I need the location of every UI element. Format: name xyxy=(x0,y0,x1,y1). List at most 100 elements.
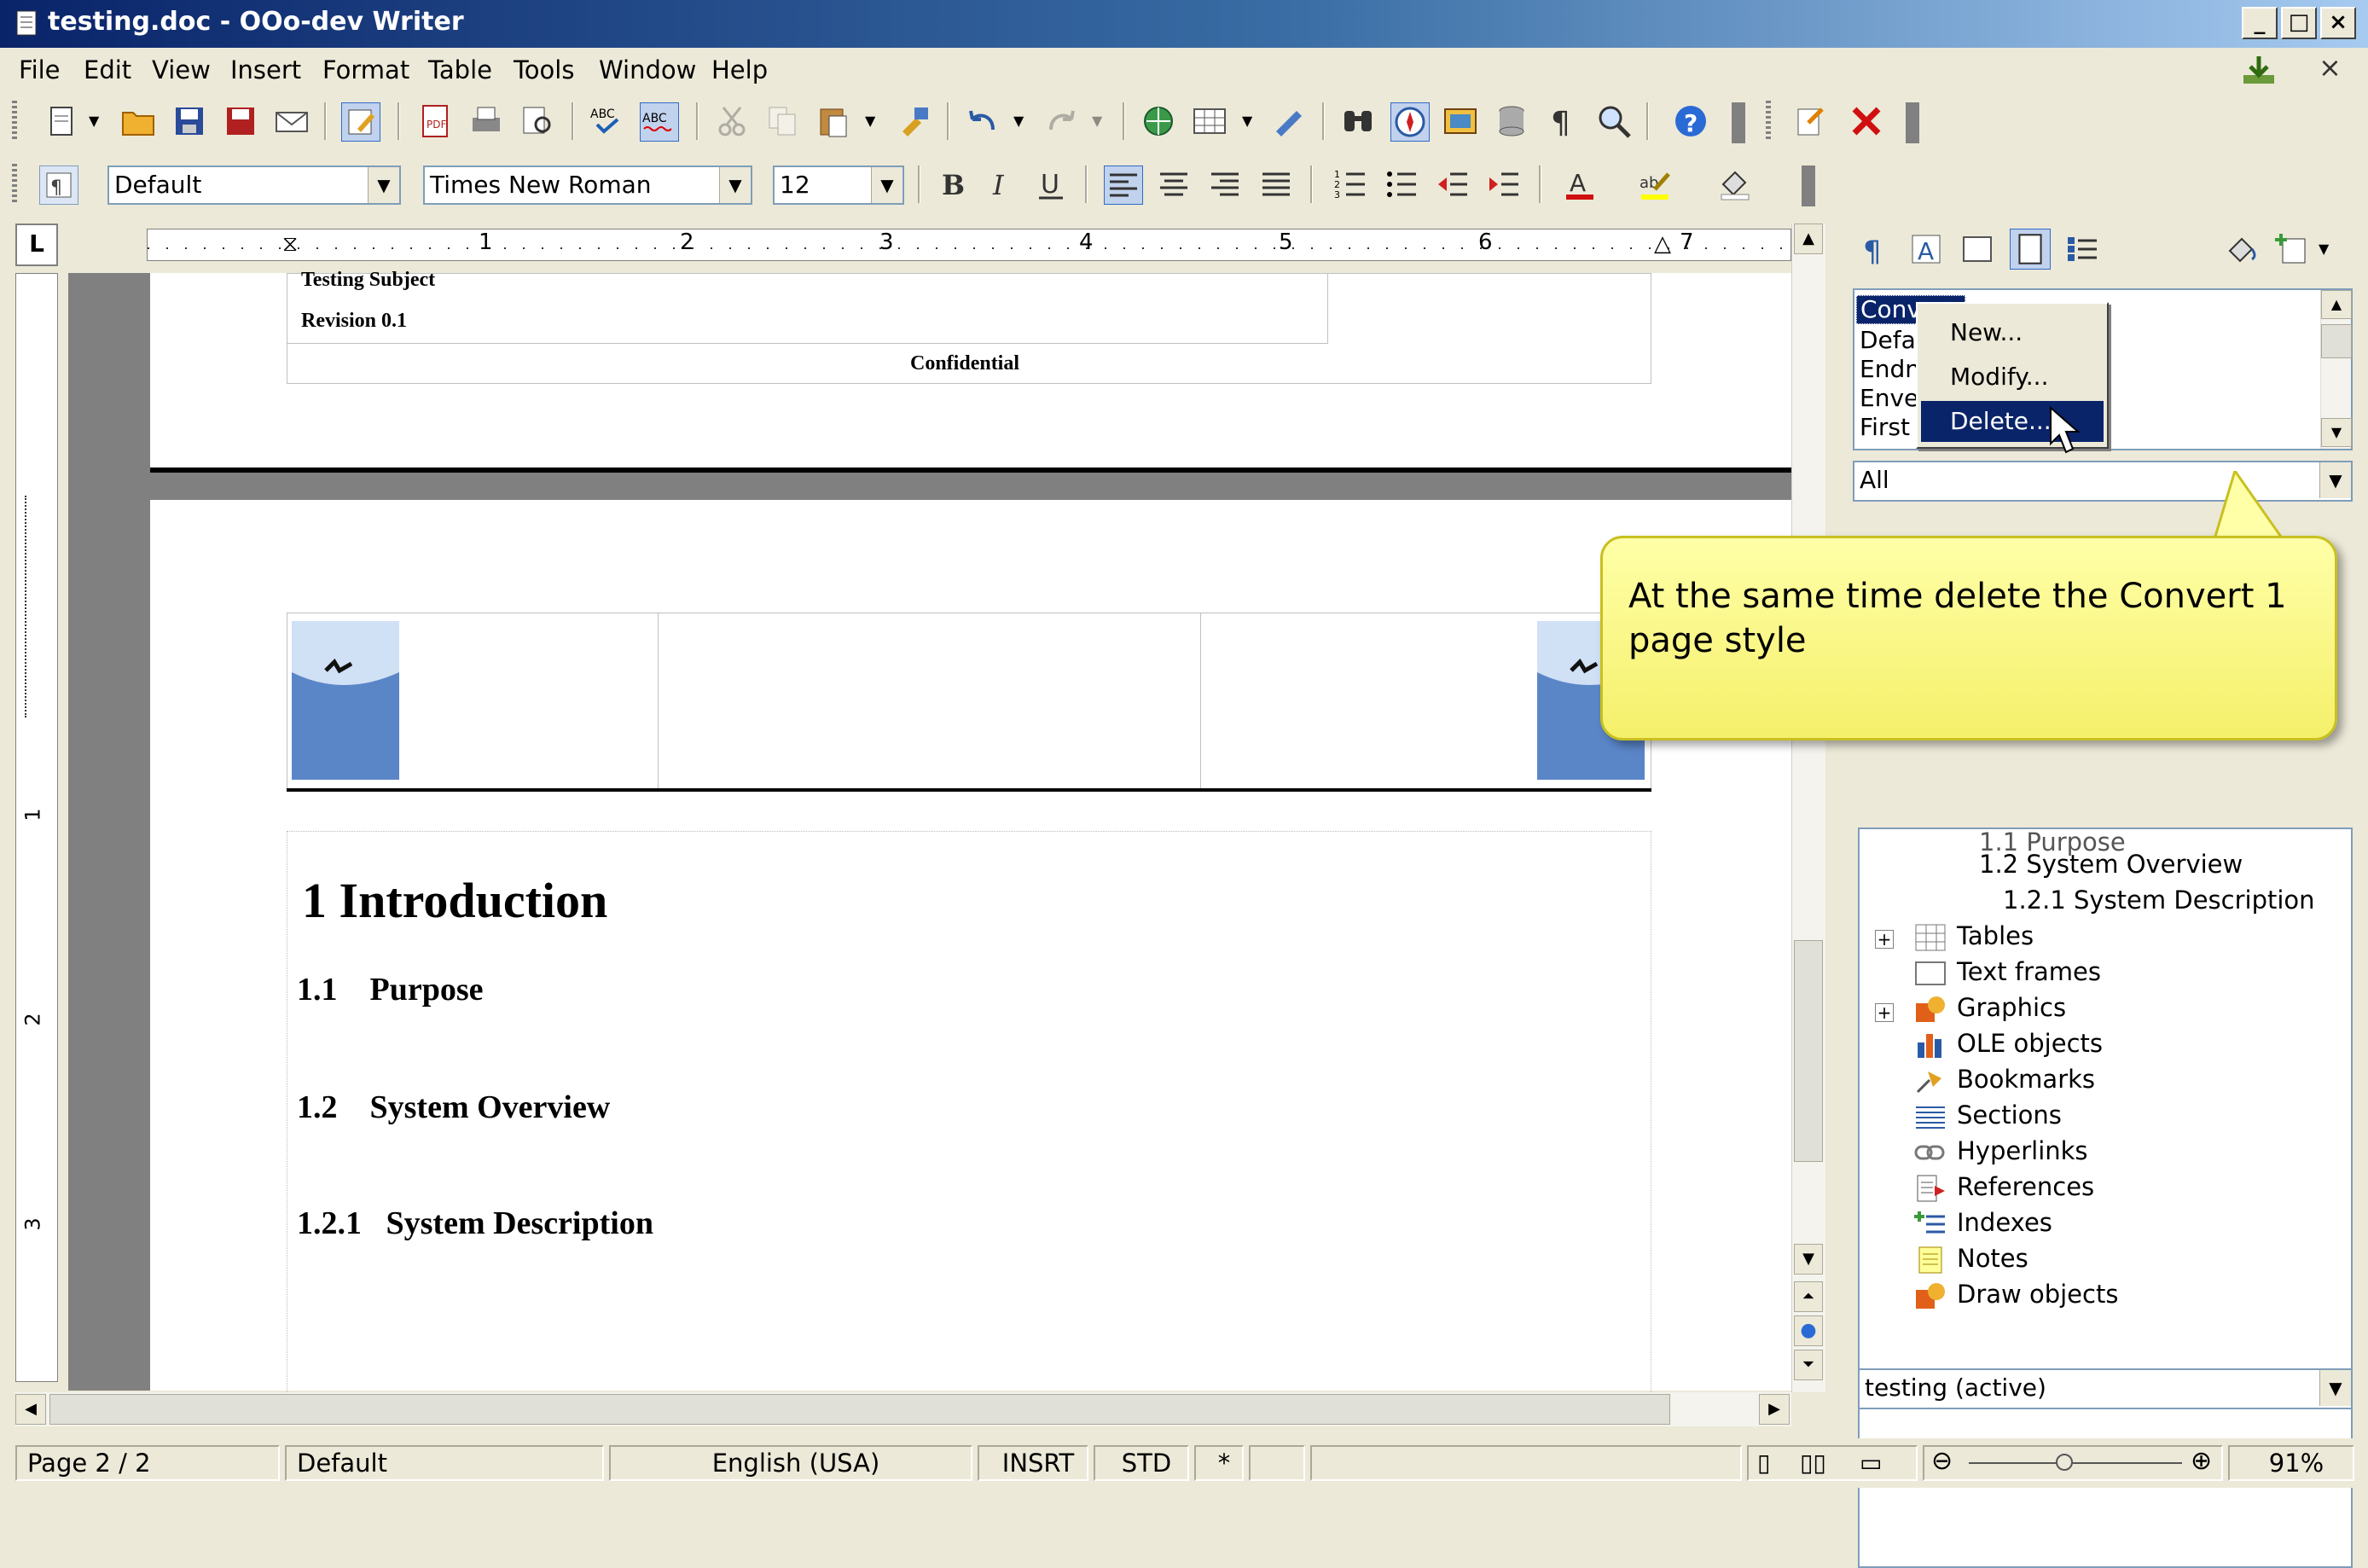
close-button[interactable]: × xyxy=(2320,7,2356,39)
help-icon[interactable]: ? xyxy=(1672,102,1709,140)
clone-formatting-icon[interactable] xyxy=(896,102,933,140)
navigator-item-sections[interactable]: Sections xyxy=(1957,1101,2062,1130)
scroll-down-icon[interactable]: ▼ xyxy=(1794,1244,1823,1275)
stop-macro-icon[interactable] xyxy=(1848,102,1885,140)
update-download-icon[interactable] xyxy=(2240,53,2278,87)
heading-3-system-description[interactable]: 1.2.1 System Description xyxy=(297,1205,653,1242)
style-item-endnote[interactable]: Endn xyxy=(1860,355,1920,383)
italic-icon[interactable]: I xyxy=(983,166,1020,203)
bold-icon[interactable]: B xyxy=(933,166,971,203)
paragraph-style-combo[interactable]: Default ▼ xyxy=(107,166,401,205)
menu-view[interactable]: View xyxy=(152,55,211,84)
status-selection-mode[interactable]: STD xyxy=(1094,1445,1189,1481)
style-item-default[interactable]: Defa xyxy=(1860,326,1916,354)
redo-dropdown-icon[interactable]: ▼ xyxy=(1092,113,1102,129)
cut-icon[interactable] xyxy=(713,102,751,140)
scroll-up-icon[interactable]: ▲ xyxy=(2321,290,2352,319)
navigator-heading-item[interactable]: 1.2 System Overview xyxy=(1979,850,2243,879)
new-style-dropdown-icon[interactable]: ▼ xyxy=(2319,241,2329,257)
status-view-layout[interactable]: ▯ ▯▯ ▭ xyxy=(1747,1445,1918,1481)
vertical-ruler[interactable]: 1 2 3 xyxy=(15,273,58,1382)
table-dropdown-icon[interactable]: ▼ xyxy=(1242,113,1252,129)
navigator-item-indexes[interactable]: Indexes xyxy=(1957,1208,2052,1237)
copy-icon[interactable] xyxy=(764,102,802,140)
navigator-item-tables[interactable]: Tables xyxy=(1957,921,2034,950)
menu-tools[interactable]: Tools xyxy=(514,55,574,84)
list-styles-icon[interactable] xyxy=(2064,230,2102,268)
toolbar-overflow-handle[interactable] xyxy=(1906,102,1919,143)
print-preview-icon[interactable] xyxy=(519,102,556,140)
find-replace-icon[interactable] xyxy=(1339,102,1377,140)
previous-page[interactable]: Testing Subject Revision 0.1 Confidentia… xyxy=(150,269,1791,473)
menu-file[interactable]: File xyxy=(19,55,61,84)
zoom-out-icon[interactable]: ⊖ xyxy=(1931,1447,1953,1478)
font-size-combo[interactable]: 12 ▼ xyxy=(773,166,904,205)
scroll-down-icon[interactable]: ▼ xyxy=(2321,418,2352,447)
paste-dropdown-icon[interactable]: ▼ xyxy=(865,113,875,129)
menu-table[interactable]: Table xyxy=(428,55,492,84)
ruler-indent-marker[interactable]: ⧖ xyxy=(282,231,298,258)
chevron-down-icon[interactable]: ▼ xyxy=(2319,1370,2351,1406)
paragraph-styles-icon[interactable]: ¶ xyxy=(1856,230,1894,268)
single-page-view-icon[interactable]: ▯ xyxy=(1757,1447,1770,1479)
menu-edit[interactable]: Edit xyxy=(84,55,131,84)
hyperlink-icon[interactable] xyxy=(1140,102,1177,140)
navigator-item-graphics[interactable]: Graphics xyxy=(1957,993,2066,1022)
navigator-item-text-frames[interactable]: Text frames xyxy=(1957,957,2101,986)
status-zoom-value[interactable]: 91% xyxy=(2228,1445,2354,1481)
heading-1-introduction[interactable]: 1 Introduction xyxy=(302,872,607,929)
status-digital-signature[interactable] xyxy=(1249,1445,1305,1481)
menu-insert[interactable]: Insert xyxy=(230,55,301,84)
context-menu-modify[interactable]: Modify... xyxy=(1921,357,2104,398)
formatting-marks-icon[interactable]: ¶ xyxy=(1544,102,1582,140)
chevron-down-icon[interactable]: ▼ xyxy=(2319,462,2351,498)
toolbar-overflow-handle[interactable] xyxy=(1732,102,1745,143)
menu-window[interactable]: Window xyxy=(599,55,696,84)
scroll-up-icon[interactable]: ▲ xyxy=(1794,224,1823,254)
numbering-icon[interactable]: 123 xyxy=(1332,166,1370,203)
paste-icon[interactable] xyxy=(815,102,853,140)
font-name-combo[interactable]: Times New Roman ▼ xyxy=(423,166,752,205)
toolbar-grip[interactable] xyxy=(12,164,17,205)
previous-page-icon[interactable]: ⏶ xyxy=(1794,1281,1823,1312)
status-language[interactable]: English (USA) xyxy=(609,1445,972,1481)
underline-icon[interactable]: U xyxy=(1032,166,1070,203)
maximize-button[interactable]: □ xyxy=(2281,7,2317,39)
ruler-right-indent-marker[interactable]: △ xyxy=(1654,231,1671,257)
multi-page-view-icon[interactable]: ▯▯ xyxy=(1800,1447,1826,1479)
save-icon[interactable] xyxy=(171,102,208,140)
menu-help[interactable]: Help xyxy=(711,55,768,84)
navigator-icon[interactable] xyxy=(1390,102,1430,142)
page-styles-icon[interactable] xyxy=(2010,229,2051,270)
data-sources-icon[interactable] xyxy=(1493,102,1530,140)
character-styles-icon[interactable]: A xyxy=(1907,230,1945,268)
undo-dropdown-icon[interactable]: ▼ xyxy=(1013,113,1024,129)
expand-graphics-icon[interactable]: + xyxy=(1875,1003,1894,1022)
new-dropdown-icon[interactable]: ▼ xyxy=(89,113,99,129)
chevron-down-icon[interactable]: ▼ xyxy=(368,167,399,203)
redo-icon[interactable] xyxy=(1042,102,1080,140)
toolbar-grip[interactable] xyxy=(12,101,17,142)
align-right-icon[interactable] xyxy=(1206,166,1244,203)
navigator-item-notes[interactable]: Notes xyxy=(1957,1244,2028,1273)
align-center-icon[interactable] xyxy=(1155,166,1193,203)
navigator-item-references[interactable]: References xyxy=(1957,1172,2094,1201)
openoffice-logo-left[interactable]: OpenOffice 3 xyxy=(292,621,399,780)
open-icon[interactable] xyxy=(119,102,157,140)
revision-text[interactable]: Revision 0.1 xyxy=(301,310,407,333)
scroll-left-icon[interactable]: ◀ xyxy=(15,1394,46,1425)
title-bar[interactable]: testing.doc - OOo-dev Writer _ □ × xyxy=(0,0,2368,48)
style-item-envelope[interactable]: Enve xyxy=(1860,384,1918,412)
export-pdf-icon[interactable]: PDF xyxy=(416,102,454,140)
scroll-thumb[interactable] xyxy=(1794,940,1823,1162)
navigator-item-bookmarks[interactable]: Bookmarks xyxy=(1957,1065,2095,1094)
navigator-item-draw-objects[interactable]: Draw objects xyxy=(1957,1280,2118,1309)
font-color-icon[interactable]: A xyxy=(1561,166,1599,203)
scroll-thumb[interactable] xyxy=(2321,324,2352,358)
status-page-style[interactable]: Default xyxy=(285,1445,604,1481)
navigator-document-combo[interactable]: testing (active) ▼ xyxy=(1858,1368,2353,1409)
document-canvas[interactable]: Testing Subject Revision 0.1 Confidentia… xyxy=(68,269,1791,1394)
status-zoom-slider[interactable]: ⊖ ⊕ xyxy=(1923,1445,2223,1481)
context-menu-new[interactable]: New... xyxy=(1921,312,2104,353)
navigator-item-ole-objects[interactable]: OLE objects xyxy=(1957,1029,2103,1058)
